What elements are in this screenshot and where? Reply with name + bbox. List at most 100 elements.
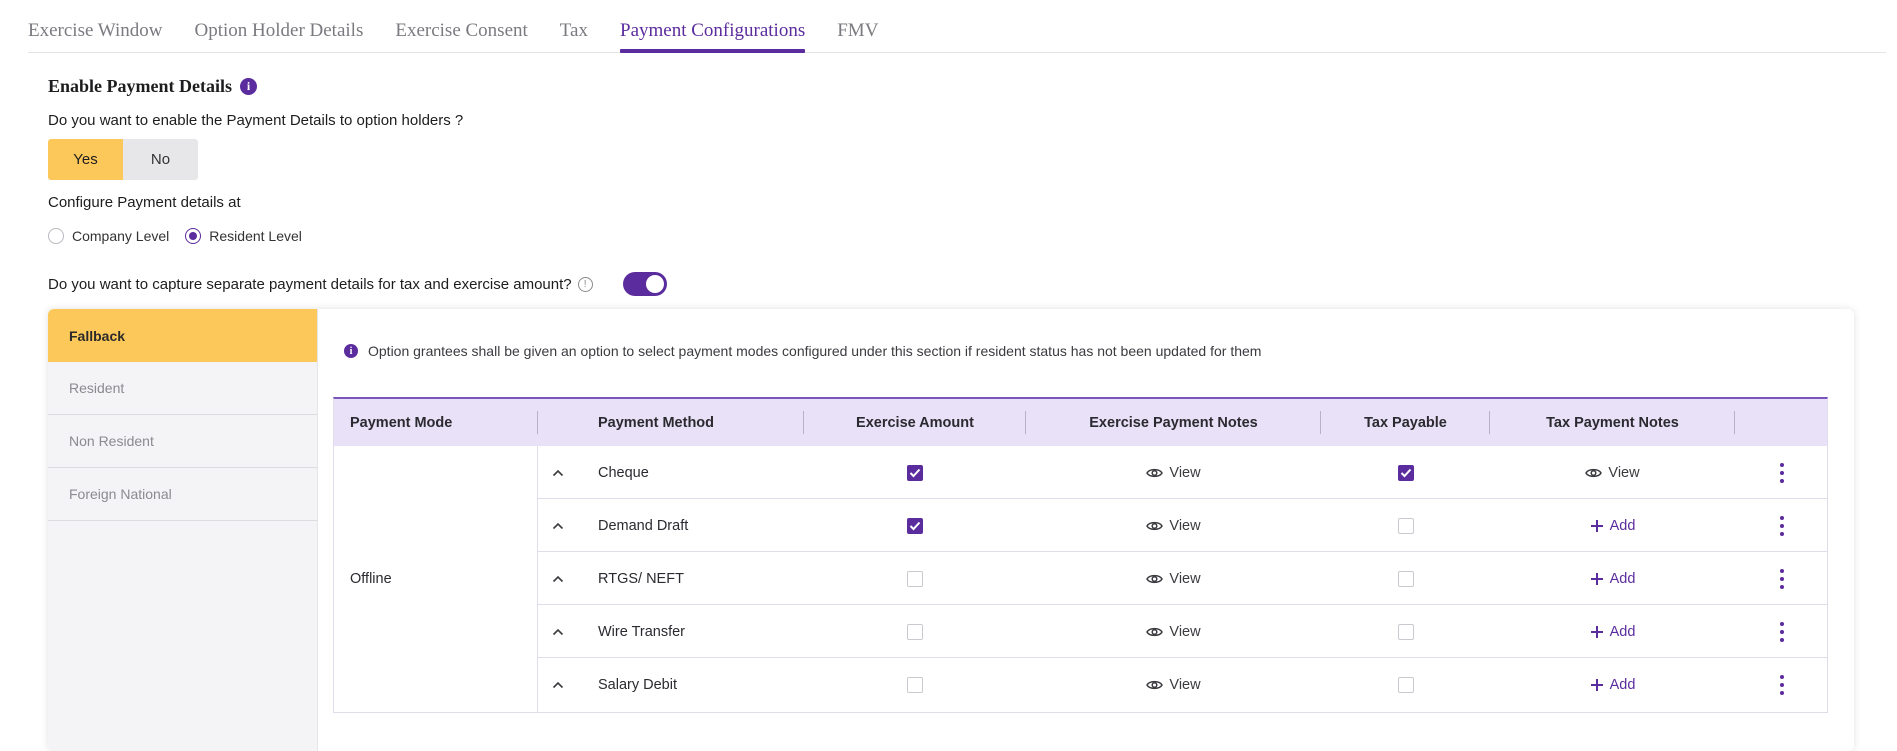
header-exercise-amount: Exercise Amount bbox=[804, 399, 1026, 446]
header-exercise-notes: Exercise Payment Notes bbox=[1026, 399, 1321, 446]
tax-notes-view-link[interactable]: View bbox=[1585, 465, 1640, 481]
payment-mode-cell: Offline bbox=[334, 446, 538, 712]
company-level-option[interactable]: Company Level bbox=[48, 228, 169, 244]
sidebar-item-foreign-national[interactable]: Foreign National bbox=[48, 468, 317, 521]
row-actions-cell bbox=[1735, 499, 1828, 552]
exercise-notes-label: View bbox=[1169, 623, 1201, 640]
plus-icon bbox=[1590, 572, 1604, 586]
chevron-up-icon[interactable] bbox=[552, 605, 582, 658]
kebab-menu-icon[interactable] bbox=[1774, 565, 1790, 593]
separate-details-question: Do you want to capture separate payment … bbox=[48, 275, 572, 293]
yes-button[interactable]: Yes bbox=[48, 139, 123, 180]
chevron-up-icon[interactable] bbox=[552, 552, 582, 605]
tax-notes-label: Add bbox=[1609, 676, 1636, 693]
payment-method-label: Wire Transfer bbox=[598, 623, 686, 640]
exercise-amount-checkbox[interactable] bbox=[907, 517, 923, 534]
tax-payable-checkbox[interactable] bbox=[1397, 464, 1414, 481]
no-button[interactable]: No bbox=[123, 139, 198, 180]
exercise-notes-view-link[interactable]: View bbox=[1146, 570, 1201, 587]
section-title: Enable Payment Details i bbox=[48, 76, 257, 97]
sidebar-item-fallback[interactable]: Fallback bbox=[48, 309, 317, 362]
payment-method-label: Demand Draft bbox=[598, 517, 689, 534]
exercise-notes-cell: View bbox=[1026, 552, 1321, 605]
header-payment-mode: Payment Mode bbox=[350, 399, 538, 446]
eye-icon bbox=[1585, 467, 1603, 479]
tax-notes-add-link[interactable]: Add bbox=[1590, 676, 1636, 693]
table-row: RTGS/ NEFT View Add bbox=[538, 552, 1828, 605]
table-body: Offline Cheque View View Demand Draft View Ad… bbox=[334, 446, 1828, 712]
payment-configurations-page: Exercise Window Option Holder Details Ex… bbox=[0, 0, 1897, 751]
tax-notes-label: Add bbox=[1609, 517, 1636, 534]
tax-notes-add-link[interactable]: Add bbox=[1590, 624, 1635, 640]
tab-tax[interactable]: Tax bbox=[560, 0, 588, 52]
exercise-amount-cell bbox=[804, 658, 1026, 711]
kebab-menu-icon[interactable] bbox=[1774, 618, 1790, 646]
exercise-notes-label: View bbox=[1169, 570, 1201, 587]
info-note: i Option grantees shall be given an opti… bbox=[344, 343, 1261, 359]
tax-notes-label: Add bbox=[1609, 570, 1636, 587]
chevron-up-icon[interactable] bbox=[552, 446, 582, 499]
eye-icon bbox=[1146, 626, 1164, 638]
separate-details-toggle[interactable] bbox=[622, 272, 667, 296]
tax-payable-cell bbox=[1321, 605, 1490, 658]
row-actions-cell bbox=[1735, 658, 1828, 711]
tax-notes-add-link[interactable]: Add bbox=[1590, 570, 1636, 587]
row-actions-cell bbox=[1735, 552, 1828, 605]
kebab-menu-icon[interactable] bbox=[1774, 512, 1790, 540]
tab-exercise-window[interactable]: Exercise Window bbox=[28, 0, 162, 52]
table-row: Cheque View View bbox=[538, 446, 1828, 499]
resident-status-sidebar: Fallback Resident Non Resident Foreign N… bbox=[48, 309, 318, 751]
tax-payable-checkbox[interactable] bbox=[1397, 570, 1414, 587]
kebab-menu-icon[interactable] bbox=[1774, 459, 1790, 487]
section-title-text: Enable Payment Details bbox=[48, 76, 232, 96]
header-tax-notes: Tax Payment Notes bbox=[1490, 399, 1735, 446]
tab-exercise-consent[interactable]: Exercise Consent bbox=[395, 0, 527, 52]
table-row: Wire Transfer View Add bbox=[538, 605, 1828, 658]
resident-level-option[interactable]: Resident Level bbox=[185, 228, 302, 244]
exercise-notes-view-link[interactable]: View bbox=[1146, 517, 1201, 534]
exercise-notes-view-link[interactable]: View bbox=[1146, 623, 1201, 640]
exercise-amount-checkbox[interactable] bbox=[907, 676, 923, 693]
exercise-notes-label: View bbox=[1169, 464, 1201, 481]
company-level-radio[interactable] bbox=[48, 228, 64, 244]
header-tax-payable: Tax Payable bbox=[1321, 399, 1490, 446]
sidebar-item-non-resident[interactable]: Non Resident bbox=[48, 415, 317, 468]
tab-payment-configurations[interactable]: Payment Configurations bbox=[620, 0, 806, 53]
tab-fmv[interactable]: FMV bbox=[837, 0, 878, 52]
chevron-up-icon[interactable] bbox=[552, 658, 582, 711]
tax-notes-add-link[interactable]: Add bbox=[1590, 517, 1636, 534]
table-row: Salary Debit View Add bbox=[538, 658, 1828, 711]
exercise-notes-cell: View bbox=[1026, 658, 1321, 711]
tax-payable-checkbox[interactable] bbox=[1397, 517, 1414, 534]
tax-notes-cell: View bbox=[1490, 446, 1735, 499]
company-level-label: Company Level bbox=[72, 228, 170, 244]
help-circle-icon[interactable]: ! bbox=[577, 276, 593, 292]
payment-methods-table: Payment Mode Payment Method Exercise Amo… bbox=[333, 397, 1828, 713]
exercise-notes-label: View bbox=[1169, 517, 1201, 534]
plus-icon bbox=[1590, 519, 1604, 533]
exercise-notes-view-link[interactable]: View bbox=[1146, 464, 1201, 481]
chevron-up-icon[interactable] bbox=[552, 499, 582, 552]
eye-icon bbox=[1146, 520, 1164, 532]
exercise-notes-view-link[interactable]: View bbox=[1146, 676, 1201, 693]
settings-tabs: Exercise Window Option Holder Details Ex… bbox=[28, 0, 1886, 53]
exercise-amount-checkbox[interactable] bbox=[907, 464, 923, 481]
tax-payable-checkbox[interactable] bbox=[1397, 676, 1414, 693]
tax-payable-checkbox[interactable] bbox=[1397, 623, 1414, 640]
resident-level-radio[interactable] bbox=[185, 228, 202, 244]
payment-method-label: RTGS/ NEFT bbox=[598, 570, 684, 587]
exercise-amount-cell bbox=[804, 605, 1026, 658]
payment-method-label: Cheque bbox=[598, 464, 649, 481]
exercise-amount-cell bbox=[804, 499, 1026, 552]
eye-icon bbox=[1146, 573, 1164, 585]
tab-option-holder-details[interactable]: Option Holder Details bbox=[194, 0, 363, 52]
sidebar-item-resident[interactable]: Resident bbox=[48, 362, 317, 415]
info-note-text: Option grantees shall be given an option… bbox=[368, 343, 1262, 359]
info-icon[interactable]: i bbox=[240, 78, 257, 95]
exercise-amount-checkbox[interactable] bbox=[907, 623, 923, 640]
kebab-menu-icon[interactable] bbox=[1774, 671, 1790, 699]
table-row: Demand Draft View Add bbox=[538, 499, 1828, 552]
exercise-notes-label: View bbox=[1169, 676, 1201, 693]
separate-details-row: Do you want to capture separate payment … bbox=[48, 272, 667, 296]
exercise-amount-checkbox[interactable] bbox=[907, 570, 923, 587]
